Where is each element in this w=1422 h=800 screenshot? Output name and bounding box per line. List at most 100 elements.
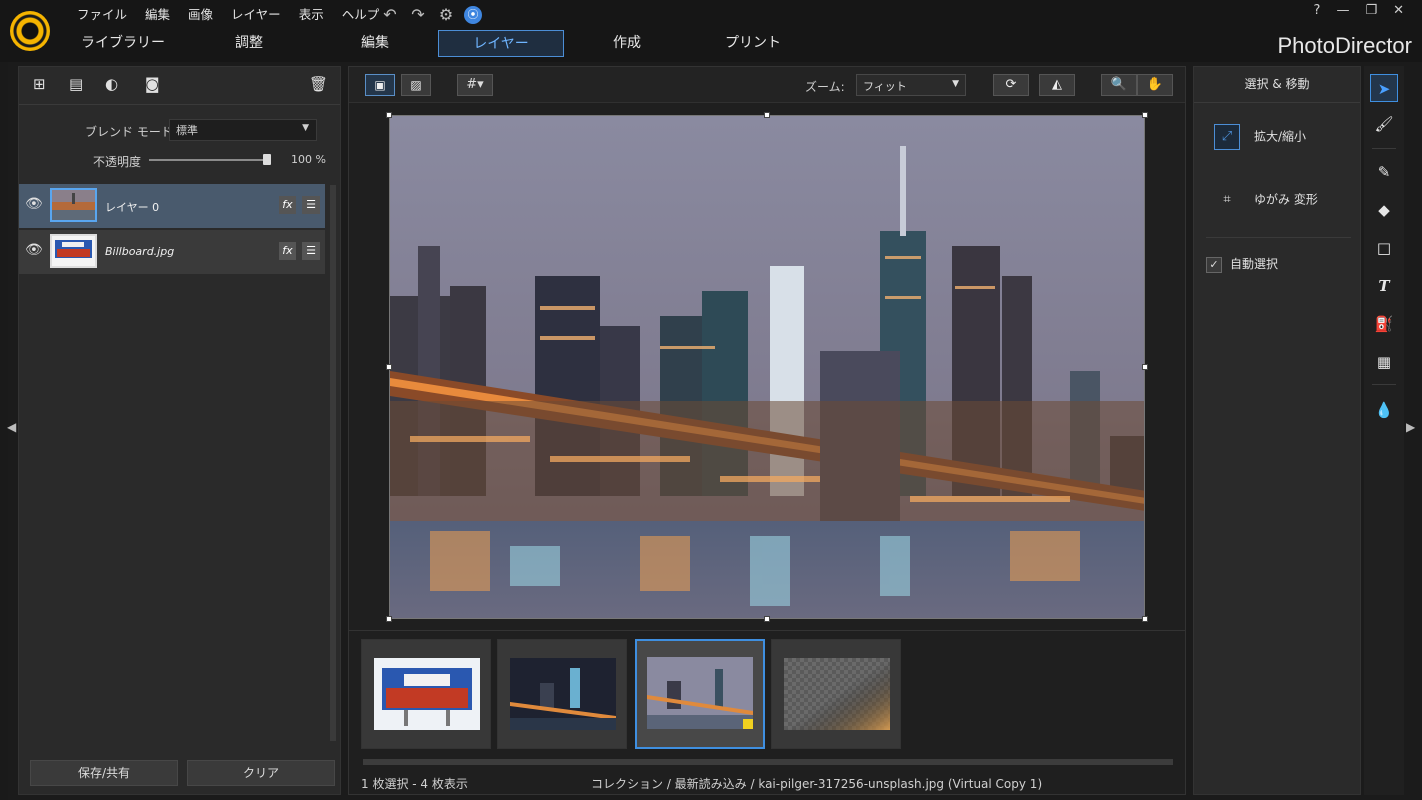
tab-print[interactable]: プリント (690, 30, 816, 57)
gradient-icon[interactable]: ▦ (1370, 348, 1398, 376)
menu-view[interactable]: 表示 (290, 5, 333, 25)
transform-handle[interactable] (764, 112, 770, 118)
layer-mask-icon[interactable]: ◙ (145, 75, 160, 93)
brand-title: PhotoDirector (1277, 33, 1412, 58)
add-layer-icon[interactable]: ⊞ (33, 75, 46, 93)
editor-workspace: ▣ ▨ #▾ ズーム: フィット ▼ ⟳ ◭ 🔍 ✋ 1 枚選択 - 4 枚表示… (348, 66, 1186, 795)
settings-gear-icon[interactable]: ⚙ (436, 5, 456, 25)
divider (1372, 384, 1396, 385)
blend-mode-select[interactable]: 標準 ▼ (169, 119, 317, 141)
delete-layer-trash-icon[interactable]: 🗑 (309, 75, 328, 93)
layer-adjust-icon[interactable]: ☰ (302, 196, 320, 214)
clear-button[interactable]: クリア (187, 760, 335, 786)
filmstrip-thumb-transparent[interactable] (771, 639, 901, 749)
view-toolbar: ▣ ▨ #▾ ズーム: フィット ▼ ⟳ ◭ 🔍 ✋ (349, 67, 1185, 103)
smart-brush-icon[interactable]: 🖌 (1370, 110, 1398, 138)
layer-thumbnail (50, 188, 97, 222)
grid-icon[interactable]: #▾ (457, 74, 493, 96)
transform-handle[interactable] (1142, 112, 1148, 118)
fx-icon[interactable]: fx (279, 196, 296, 214)
tool-strip: ➤ 🖌 ✎ ◆ □ T ⛽ ▦ 💧 (1364, 66, 1404, 795)
filmstrip-thumb-city-night[interactable] (497, 639, 627, 749)
layer-menu-icon[interactable]: ▤ (69, 75, 83, 93)
single-view-icon[interactable]: ▣ (365, 74, 395, 96)
auto-select-checkbox[interactable]: ✓ 自動選択 (1206, 255, 1278, 273)
mask-menu-icon[interactable]: ◐ (105, 75, 118, 93)
eraser-icon[interactable]: ◆ (1370, 196, 1398, 224)
paint-bucket-icon[interactable]: ⛽ (1370, 310, 1398, 338)
collapse-left-arrow-icon[interactable]: ◀ (7, 420, 16, 434)
photo-canvas[interactable] (389, 115, 1145, 619)
tab-library[interactable]: ライブラリー (60, 30, 186, 57)
redo-icon[interactable]: ↷ (408, 5, 428, 25)
transform-handle[interactable] (386, 616, 392, 622)
panel-title: 選択 & 移動 (1194, 67, 1360, 103)
tab-create[interactable]: 作成 (564, 30, 690, 57)
layers-scrollbar[interactable] (330, 185, 336, 741)
divider (1372, 148, 1396, 149)
menu-layer[interactable]: レイヤー (222, 5, 290, 25)
filmstrip-thumb-billboard[interactable] (361, 639, 491, 749)
fx-icon[interactable]: fx (279, 242, 296, 260)
transform-handle[interactable] (1142, 364, 1148, 370)
city-skyline-photo (390, 116, 1144, 618)
rotate-icon[interactable]: ⟳ (993, 74, 1029, 96)
undo-icon[interactable]: ↶ (380, 5, 400, 25)
layer-name: レイヤー 0 (105, 201, 160, 214)
warp-tool-button[interactable]: ⌗ ゆがみ 変形 (1214, 187, 1318, 213)
rectangle-icon[interactable]: □ (1370, 234, 1398, 262)
minimize-icon[interactable]: — (1336, 3, 1349, 18)
eye-visibility-icon[interactable]: 👁 (25, 242, 43, 258)
transform-handle[interactable] (1142, 616, 1148, 622)
zoom-magnifier-icon[interactable]: 🔍 (1101, 74, 1137, 96)
menu-edit[interactable]: 編集 (136, 5, 179, 25)
checkmark-icon: ✓ (1206, 256, 1222, 273)
blend-mode-value: 標準 (176, 124, 198, 137)
collapse-right-arrow-icon[interactable]: ▶ (1406, 420, 1415, 434)
compare-view-icon[interactable]: ▨ (401, 74, 431, 96)
opacity-label: 不透明度 (93, 155, 142, 169)
select-arrow-icon[interactable]: ➤ (1370, 74, 1398, 102)
layer-row-1[interactable]: 👁 Billboard.jpg fx ☰ (19, 230, 325, 274)
flip-icon[interactable]: ◭ (1039, 74, 1075, 96)
eye-visibility-icon[interactable]: 👁 (25, 196, 43, 212)
pencil-icon[interactable]: ✎ (1370, 158, 1398, 186)
pan-hand-icon[interactable]: ✋ (1137, 74, 1173, 96)
filmstrip-scrollbar[interactable] (363, 759, 1173, 765)
divider (1206, 237, 1351, 238)
layer-adjust-icon[interactable]: ☰ (302, 242, 320, 260)
layer-name: Billboard.jpg (105, 245, 175, 258)
notification-bell-icon[interactable]: ⦿ (464, 6, 482, 24)
filmstrip (349, 630, 1185, 770)
blend-mode-label: ブレンド モード: (85, 125, 177, 139)
layer-thumbnail (50, 234, 97, 268)
warp-icon: ⌗ (1223, 192, 1231, 207)
tab-adjust[interactable]: 調整 (186, 30, 312, 57)
transform-handle[interactable] (386, 364, 392, 370)
opacity-slider-handle[interactable] (263, 154, 271, 165)
save-share-button[interactable]: 保存/共有 (30, 760, 178, 786)
chevron-down-icon: ▼ (952, 79, 959, 89)
tab-edit[interactable]: 編集 (312, 30, 438, 57)
scale-tool-button[interactable]: ⤢ 拡大/縮小 (1214, 124, 1306, 150)
text-tool-icon[interactable]: T (1370, 272, 1398, 300)
transform-handle[interactable] (386, 112, 392, 118)
filmstrip-thumb-city-painting[interactable] (635, 639, 765, 749)
opacity-value: 100 % (291, 153, 326, 166)
restore-icon[interactable]: ❐ (1365, 3, 1377, 18)
menu-image[interactable]: 画像 (179, 5, 222, 25)
billboard-thumbnail-image (52, 236, 95, 266)
layer-row-0[interactable]: 👁 レイヤー 0 fx ☰ (19, 184, 325, 228)
help-icon[interactable]: ? (1314, 3, 1321, 18)
warp-label: ゆがみ 変形 (1254, 192, 1318, 207)
zoom-select[interactable]: フィット ▼ (856, 74, 966, 96)
droplet-icon[interactable]: 💧 (1370, 396, 1398, 424)
close-icon[interactable]: ✕ (1393, 3, 1404, 18)
opacity-slider-track[interactable] (149, 159, 267, 161)
tab-layers[interactable]: レイヤー (438, 30, 564, 57)
menu-file[interactable]: ファイル (68, 5, 136, 25)
transform-handle[interactable] (764, 616, 770, 622)
billboard-photo (374, 658, 480, 730)
selection-status: 1 枚選択 - 4 枚表示 (361, 777, 468, 791)
city-painting-photo (647, 657, 753, 729)
